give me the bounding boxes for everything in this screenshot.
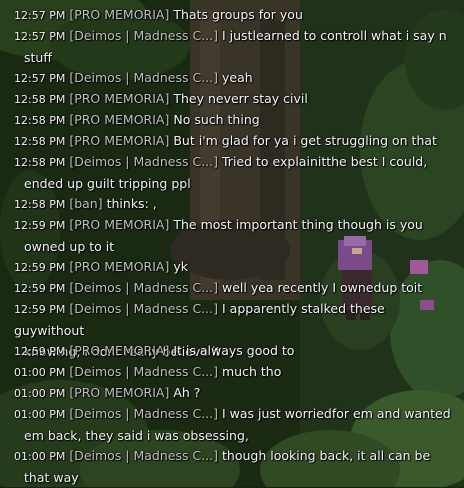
chat-message: 01:00 PM [Deimos | Madness C...] though l… [14,445,454,488]
chat-message: 12:57 PM [PRO MEMORIA] Thats groups for y… [14,4,454,26]
message-text: The most important thing though is you [173,217,423,232]
message-text-continued: ended up guilt tripping ppl [24,176,191,191]
message-text: But i'm glad for ya i get struggling on … [173,133,437,148]
message-sender[interactable]: [Deimos | Madness C...] [69,28,218,43]
message-text-continued: that way [24,470,79,485]
chat-message: 12:57 PM [Deimos | Madness C...] I justle… [14,25,454,68]
message-sender[interactable]: [Deimos | Madness C...] [69,364,218,379]
chat-log: 12:57 PM [PRO MEMORIA] Thats groups for y… [0,0,464,487]
message-timestamp: 12:59 PM [14,303,66,316]
message-timestamp: 12:58 PM [14,114,66,127]
message-timestamp: 01:00 PM [14,408,66,421]
chat-message: 12:59 PM [PRO MEMORIA] It is always good … [14,340,454,362]
message-sender[interactable]: [Deimos | Madness C...] [69,70,218,85]
message-text: much tho [222,364,282,379]
message-timestamp: 12:59 PM [14,282,66,295]
message-text-continued: em back, they said i was obsessing, [24,428,249,443]
message-timestamp: 12:57 PM [14,30,66,43]
message-timestamp: 12:58 PM [14,198,66,211]
message-text: yeah [222,70,253,85]
message-text: It is always good to [173,343,295,358]
message-timestamp: 12:59 PM [14,219,66,232]
chat-message: 12:58 PM [Deimos | Madness C...] Tried to… [14,151,454,194]
message-sender[interactable]: [PRO MEMORIA] [69,385,169,400]
message-text: thinks: , [106,196,157,211]
chat-message: 01:00 PM [Deimos | Madness C...] much tho [14,361,454,383]
chat-message: 12:58 PM [ban] thinks: , [14,193,454,215]
message-text-continued: owned up to it [24,239,115,254]
message-sender[interactable]: [PRO MEMORIA] [69,112,169,127]
message-timestamp: 12:57 PM [14,9,66,22]
message-sender[interactable]: [PRO MEMORIA] [69,217,169,232]
message-text: No such thing [173,112,260,127]
message-text: Ah ? [173,385,201,400]
message-sender[interactable]: [Deimos | Madness C...] [69,406,218,421]
message-text-continued: stuff [24,50,52,65]
message-timestamp: 12:58 PM [14,135,66,148]
chat-message: 01:00 PM [PRO MEMORIA] Ah ? [14,382,454,404]
message-timestamp: 12:58 PM [14,156,66,169]
chat-message: 12:58 PM [PRO MEMORIA] They neverr stay c… [14,88,454,110]
message-sender[interactable]: [Deimos | Madness C...] [69,448,218,463]
message-sender[interactable]: [ban] [69,196,102,211]
message-timestamp: 12:57 PM [14,72,66,85]
message-text: I was just worriedfor em and wanted [222,406,451,421]
chat-message: 01:00 PM [Deimos | Madness C...] I was ju… [14,403,454,446]
message-text: well yea recently I ownedup toit [222,280,423,295]
chat-message: 12:59 PM [Deimos | Madness C...] well yea… [14,277,454,299]
chat-message: 12:58 PM [PRO MEMORIA] No such thing [14,109,454,131]
message-sender[interactable]: [PRO MEMORIA] [69,7,169,22]
message-text: I justlearned to controll what i say n [222,28,447,43]
chat-message: 12:59 PM [PRO MEMORIA] yk [14,256,454,278]
message-sender[interactable]: [PRO MEMORIA] [69,259,169,274]
message-sender[interactable]: [PRO MEMORIA] [69,91,169,106]
message-text: Tried to explainitthe best I could, [222,154,428,169]
message-text: though looking back, it all can be [222,448,431,463]
message-text: They neverr stay civil [173,91,308,106]
message-sender[interactable]: [PRO MEMORIA] [69,133,169,148]
chat-message: 12:59 PM [PRO MEMORIA] The most important… [14,214,454,257]
chat-message: 12:58 PM [PRO MEMORIA] But i'm glad for y… [14,130,454,152]
message-timestamp: 01:00 PM [14,450,66,463]
message-timestamp: 01:00 PM [14,387,66,400]
message-timestamp: 12:59 PM [14,261,66,274]
message-sender[interactable]: [PRO MEMORIA] [69,343,169,358]
chat-message: 12:57 PM [Deimos | Madness C...] yeah [14,67,454,89]
message-sender[interactable]: [Deimos | Madness C...] [69,280,218,295]
message-sender[interactable]: [Deimos | Madness C...] [69,301,218,316]
message-text: yk [173,259,188,274]
message-timestamp: 12:59 PM [14,345,66,358]
message-text: Thats groups for you [173,7,303,22]
message-timestamp: 12:58 PM [14,93,66,106]
message-timestamp: 01:00 PM [14,366,66,379]
message-sender[interactable]: [Deimos | Madness C...] [69,154,218,169]
